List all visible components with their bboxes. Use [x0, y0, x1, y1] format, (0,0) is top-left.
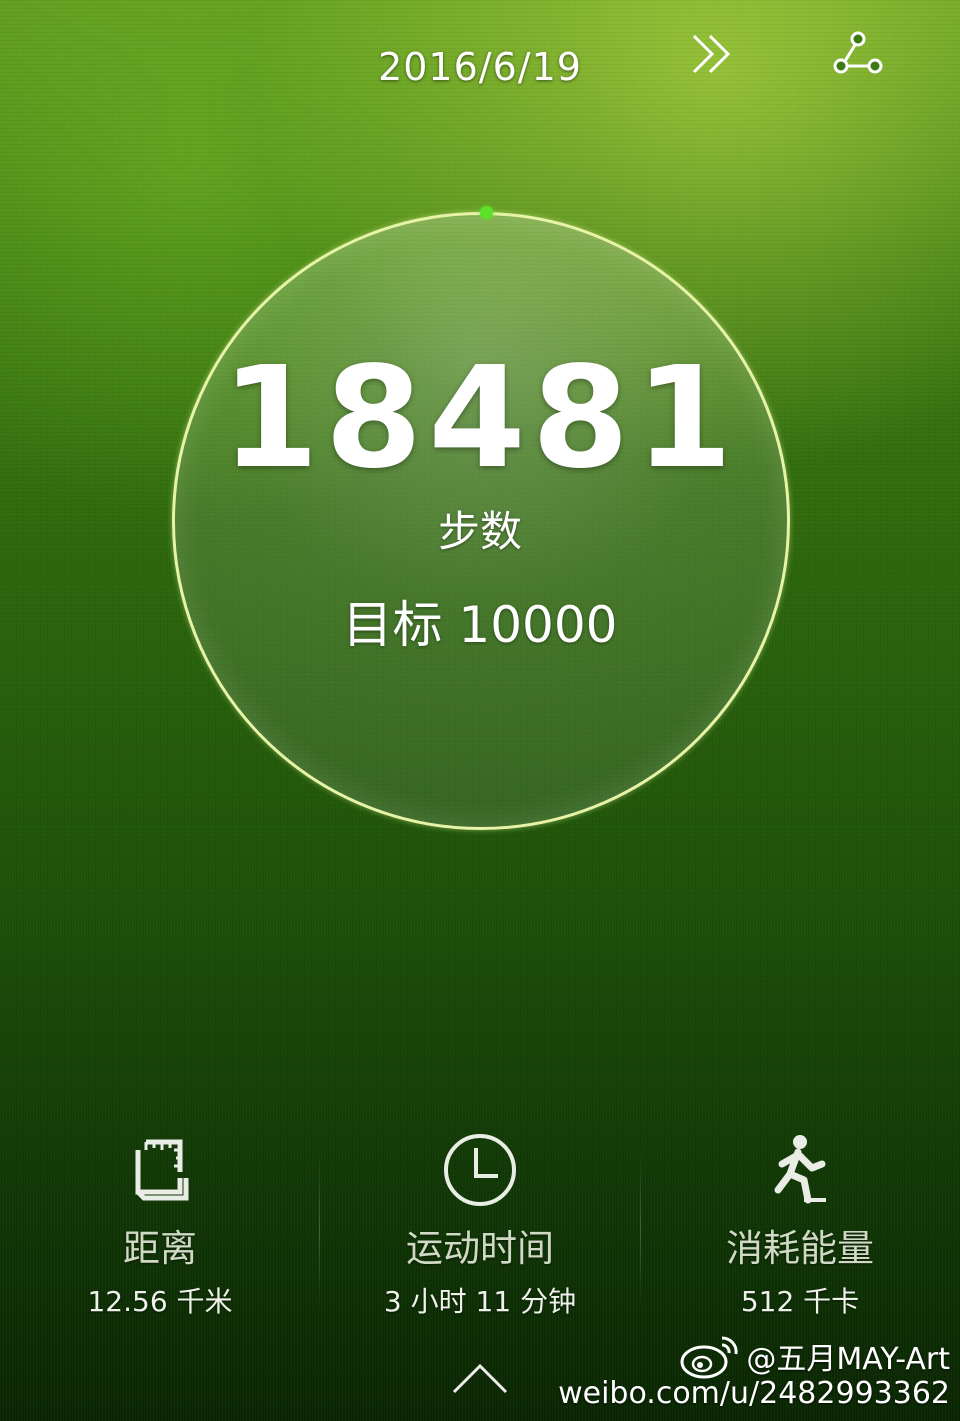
goal-text: 目标 10000: [342, 596, 618, 654]
clock-icon: [444, 1134, 516, 1206]
share-icon[interactable]: [832, 30, 884, 78]
distance-label: 距离: [123, 1227, 197, 1270]
exercise-time-label: 运动时间: [406, 1227, 554, 1270]
step-count: 18481: [221, 337, 739, 500]
stat-calories[interactable]: 消耗能量 512 千卡: [640, 1130, 960, 1320]
running-person-icon: [774, 1135, 826, 1204]
weibo-logo: [680, 1336, 738, 1379]
distance-value: 12.56 千米: [87, 1285, 233, 1318]
exercise-time-value: 3 小时 11 分钟: [383, 1285, 577, 1318]
chevron-up-icon[interactable]: [448, 1358, 512, 1398]
steps-label: 步数: [437, 507, 522, 556]
calories-label: 消耗能量: [726, 1227, 874, 1270]
weibo-watermark: @五月MAY-Art weibo.com/u/2482993362: [558, 1332, 950, 1411]
stat-distance[interactable]: 距离 12.56 千米: [0, 1130, 320, 1320]
watermark-url: weibo.com/u/2482993362: [558, 1376, 950, 1411]
progress-indicator-dot: [480, 206, 493, 219]
stat-exercise-time[interactable]: 运动时间 3 小时 11 分钟: [320, 1130, 640, 1320]
watermark-handle: @五月MAY-Art: [746, 1342, 950, 1377]
date-label: 2016/6/19: [378, 45, 582, 89]
double-chevron-right-icon[interactable]: [688, 30, 738, 78]
ruler-distance-icon: [135, 1139, 189, 1201]
calories-value: 512 千卡: [740, 1285, 860, 1318]
